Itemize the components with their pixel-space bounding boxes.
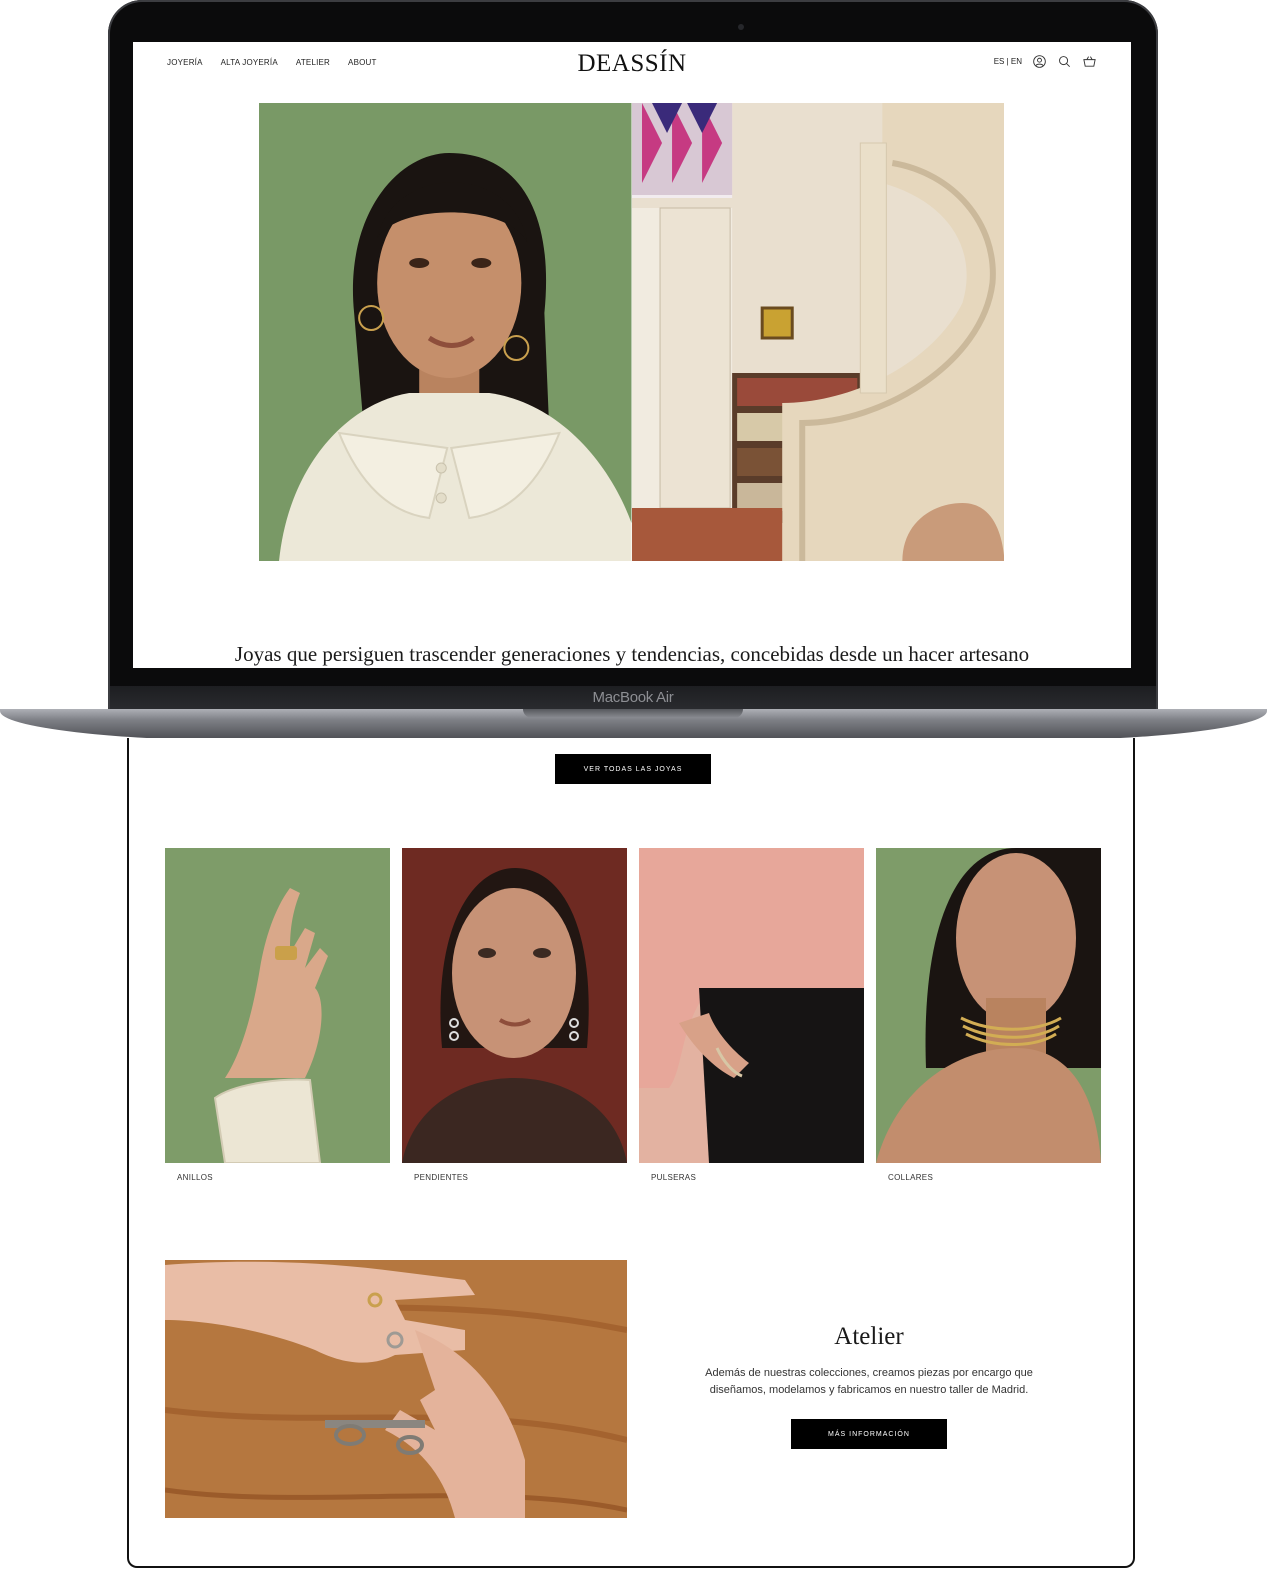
category-card-pulseras[interactable]: PULSERAS bbox=[639, 848, 864, 1182]
header-actions: ES | EN bbox=[994, 54, 1097, 69]
category-label: ANILLOS bbox=[177, 1173, 213, 1182]
hero-tagline: Joyas que persiguen trascender generacio… bbox=[234, 642, 1030, 666]
nav-atelier[interactable]: ATELIER bbox=[296, 58, 330, 67]
nav-about[interactable]: ABOUT bbox=[348, 58, 377, 67]
screen-bezel: MacBook Air bbox=[110, 686, 1156, 710]
atelier-description: Además de nuestras colecciones, creamos … bbox=[705, 1367, 1033, 1396]
category-card-collares[interactable]: COLLARES bbox=[876, 848, 1101, 1182]
language-switcher[interactable]: ES | EN bbox=[994, 57, 1022, 66]
camera-dot bbox=[738, 24, 744, 30]
page-continuation: VER TODAS LAS JOYAS ANILLOS PENDIENTES P… bbox=[127, 738, 1135, 1568]
category-label: COLLARES bbox=[888, 1173, 934, 1182]
laptop-base bbox=[0, 709, 1267, 741]
category-label: PULSERAS bbox=[651, 1173, 697, 1182]
device-label: MacBook Air bbox=[592, 689, 674, 706]
search-icon[interactable] bbox=[1057, 54, 1072, 69]
screen: JOYERÍA ALTA JOYERÍA ATELIER ABOUT DEASS… bbox=[133, 42, 1131, 668]
hero-interior-staircase-image bbox=[631, 103, 1004, 561]
earrings-image bbox=[402, 848, 627, 1163]
hero-images bbox=[259, 103, 1004, 561]
view-all-jewels-button[interactable]: VER TODAS LAS JOYAS bbox=[555, 754, 711, 784]
category-card-anillos[interactable]: ANILLOS bbox=[165, 848, 390, 1182]
basket-icon[interactable] bbox=[1082, 54, 1097, 69]
necklaces-image bbox=[876, 848, 1101, 1163]
nav-alta-joyeria[interactable]: ALTA JOYERÍA bbox=[221, 58, 278, 67]
main-nav: JOYERÍA ALTA JOYERÍA ATELIER ABOUT bbox=[167, 58, 377, 67]
rings-image bbox=[165, 848, 390, 1163]
category-grid: ANILLOS PENDIENTES PULSERAS COLLARES bbox=[165, 848, 1101, 1182]
more-info-button[interactable]: MÁS INFORMACIÓN bbox=[791, 1419, 947, 1449]
hero-portrait-image bbox=[259, 103, 632, 561]
laptop-hinge-notch bbox=[523, 709, 743, 718]
account-icon[interactable] bbox=[1032, 54, 1047, 69]
atelier-hands-image bbox=[165, 1260, 627, 1518]
category-label: PENDIENTES bbox=[414, 1173, 469, 1182]
atelier-section: Atelier Además de nuestras colecciones, … bbox=[669, 1323, 1069, 1399]
bracelets-image bbox=[639, 848, 864, 1163]
nav-joyeria[interactable]: JOYERÍA bbox=[167, 58, 203, 67]
atelier-title: Atelier bbox=[834, 1323, 904, 1350]
category-card-pendientes[interactable]: PENDIENTES bbox=[402, 848, 627, 1182]
